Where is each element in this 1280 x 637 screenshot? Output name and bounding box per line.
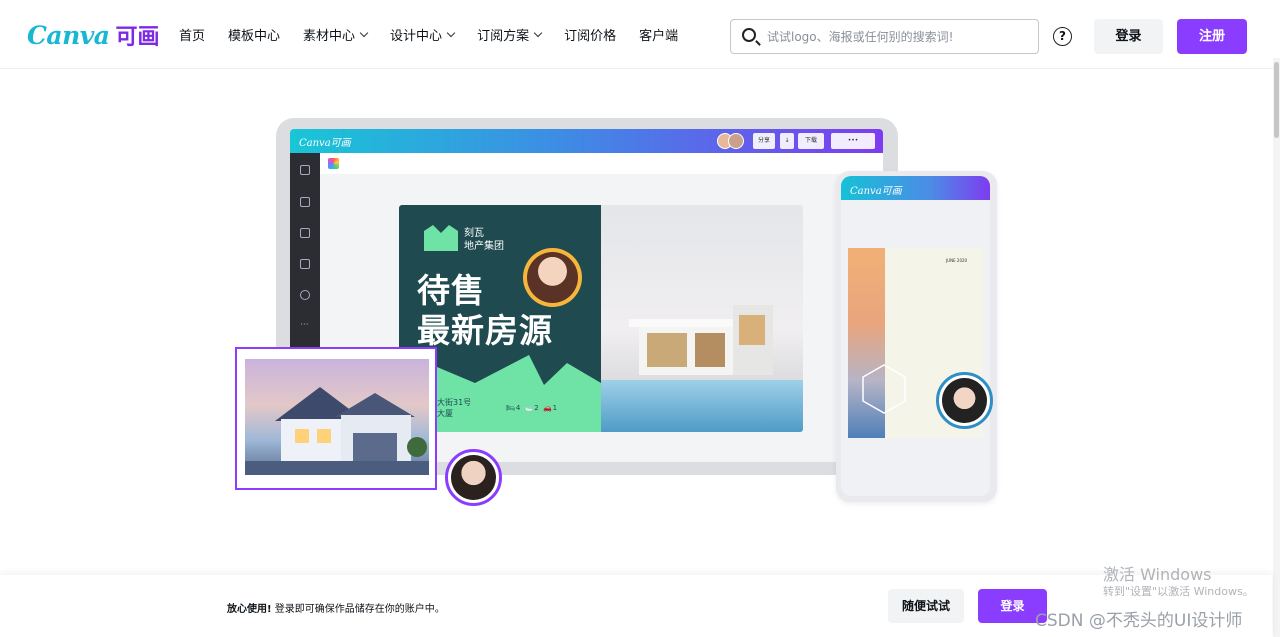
nav-item-plans[interactable]: 订阅方案 — [477, 25, 543, 44]
download-button: 下载 — [798, 133, 824, 149]
house-photo-card — [235, 347, 437, 490]
try-button[interactable]: 随便试试 — [888, 589, 964, 623]
nav-item-client[interactable]: 客户端 — [639, 25, 678, 44]
login-prompt-text: 放心使用! 登录即可确保作品储存在你的账户中。 — [227, 600, 445, 615]
phone-mockup: Canva可画 JUNE 2020 — [836, 171, 997, 502]
notice-bold: 放心使用! — [227, 604, 272, 615]
brand-line: 地产集团 — [464, 241, 504, 252]
watermark-subtitle: 转到"设置"以激活 Windows。 — [1103, 585, 1254, 598]
help-icon[interactable]: ? — [1053, 27, 1072, 46]
nav-label: 素材中心 — [303, 29, 356, 44]
page: Canva 可画 首页 模板中心 素材中心 设计中心 订阅方案 订阅价格 客户端… — [0, 0, 1280, 637]
design-photo-panel — [601, 205, 803, 432]
brand-logo-icon — [424, 225, 458, 251]
modern-house-image — [629, 305, 773, 375]
canva-logo[interactable]: Canva 可画 — [27, 20, 160, 51]
design-specs: 🛏4 🛁2 🚗1 — [506, 404, 559, 412]
video-icon — [300, 259, 310, 269]
chevron-down-icon — [446, 28, 456, 37]
search-input[interactable] — [767, 29, 1027, 44]
color-picker-icon — [328, 158, 339, 169]
notice-text: 登录即可确保作品储存在你的账户中。 — [274, 604, 445, 615]
logo-wordmark: Canva — [27, 20, 110, 50]
more-dots-icon: ··· — [300, 320, 309, 330]
share-button: 分享 — [753, 133, 775, 149]
photos-icon — [300, 197, 310, 207]
agent-avatar — [523, 248, 582, 307]
nav-item-templates[interactable]: 模板中心 — [228, 25, 280, 44]
page-scrollbar[interactable] — [1273, 58, 1280, 637]
nav-label: 设计中心 — [390, 29, 443, 44]
nav-item-pricing[interactable]: 订阅价格 — [564, 25, 616, 44]
hero-illustration: Canva可画 分享 ↓ 下载 ••• ··· 刻瓦 地产集团 待售 最新房源 … — [0, 69, 1272, 574]
collaborator-avatar-phone — [936, 372, 993, 429]
nav-label: 订阅方案 — [477, 29, 530, 44]
hexagon-shape — [862, 364, 906, 414]
house-photo — [245, 359, 429, 475]
register-button[interactable]: 注册 — [1177, 19, 1247, 54]
house-illustration — [245, 387, 429, 475]
more-icon: ••• — [831, 133, 875, 149]
editor-toolbar — [320, 153, 883, 174]
search-icon — [742, 28, 756, 42]
main-nav: 首页 模板中心 素材中心 设计中心 订阅方案 订阅价格 客户端 — [179, 0, 701, 69]
upload-icon — [300, 290, 310, 300]
pool-image — [601, 380, 803, 432]
avatar — [728, 133, 744, 149]
phone-screen: Canva可画 JUNE 2020 — [841, 176, 990, 496]
nav-item-design[interactable]: 设计中心 — [390, 25, 456, 44]
windows-activation-watermark: 激活 Windows 转到"设置"以激活 Windows。 — [1103, 565, 1254, 599]
nav-label: 订阅价格 — [564, 29, 617, 44]
editor-logo: Canva可画 — [299, 138, 351, 149]
top-header: Canva 可画 首页 模板中心 素材中心 设计中心 订阅方案 订阅价格 客户端… — [0, 0, 1280, 69]
nav-item-assets[interactable]: 素材中心 — [303, 25, 369, 44]
brand-name: 刻瓦 地产集团 — [464, 227, 504, 253]
logo-chinese: 可画 — [115, 25, 160, 50]
search-box[interactable] — [730, 19, 1039, 54]
collaborator-avatar-bottom — [445, 449, 502, 506]
avatar-photo — [942, 378, 987, 423]
editor-top-bar: Canva可画 分享 ↓ 下载 ••• — [290, 129, 883, 153]
chevron-down-icon — [359, 28, 369, 37]
avatar-photo — [451, 455, 496, 500]
watermark-title: 激活 Windows — [1103, 565, 1212, 584]
login-button[interactable]: 登录 — [1094, 19, 1163, 54]
nav-label: 模板中心 — [228, 29, 281, 44]
nav-item-home[interactable]: 首页 — [179, 25, 205, 44]
collaborator-avatars — [717, 133, 745, 149]
chevron-down-icon — [533, 28, 543, 37]
agent-photo — [527, 252, 578, 303]
phone-top-bar: Canva可画 — [841, 176, 990, 200]
brand-line: 刻瓦 — [464, 228, 484, 239]
phone-logo: Canva可画 — [850, 186, 902, 197]
scrollbar-thumb[interactable] — [1274, 62, 1279, 138]
nav-label: 首页 — [179, 29, 206, 44]
templates-icon — [300, 165, 310, 175]
download-icon: ↓ — [780, 133, 794, 149]
csdn-watermark: CSDN @不秃头的UI设计师 — [1035, 611, 1243, 631]
nav-label: 客户端 — [639, 29, 679, 44]
card-date: JUNE 2020 — [946, 258, 968, 263]
real-estate-design: 刻瓦 地产集团 待售 最新房源 朝阳大街31号 万科大厦 🛏4 🛁2 🚗1 — [399, 205, 803, 432]
elements-icon — [300, 228, 310, 238]
